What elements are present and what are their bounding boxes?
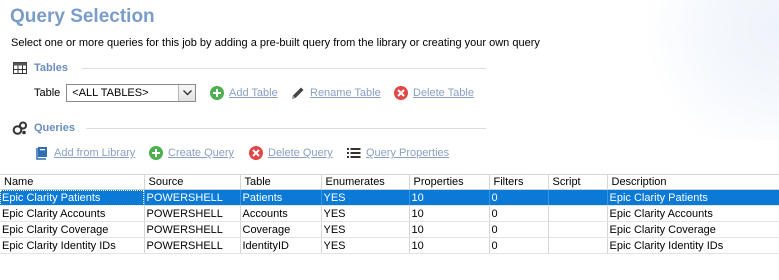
add-table-label: Add Table: [229, 87, 278, 99]
cell-table: Patients: [240, 189, 322, 206]
table-row[interactable]: Epic Clarity Patients POWERSHELL Patient…: [0, 189, 779, 206]
table-selector-row: Table <ALL TABLES>: [34, 83, 197, 103]
add-table-button[interactable]: Add Table: [209, 84, 278, 102]
column-header-name[interactable]: Name: [0, 174, 145, 190]
column-header-properties[interactable]: Properties: [409, 174, 490, 190]
delete-table-label: Delete Table: [413, 87, 474, 99]
cell-properties: 10: [409, 205, 490, 222]
query-properties-button[interactable]: Query Properties: [346, 144, 449, 162]
cell-properties: 10: [409, 189, 490, 206]
column-header-source[interactable]: Source: [144, 174, 241, 190]
cell-description: Epic Clarity Patients: [607, 189, 779, 206]
tables-section-header: Tables: [12, 60, 68, 76]
page-subtitle: Select one or more queries for this job …: [11, 37, 540, 49]
cell-name: Epic Clarity Identity IDs: [0, 237, 145, 254]
rename-table-button[interactable]: Rename Table: [290, 84, 381, 102]
cell-description: Epic Clarity Accounts: [607, 205, 779, 222]
cell-filters: 0: [489, 221, 549, 238]
delete-table-button[interactable]: Delete Table: [393, 84, 474, 102]
add-from-library-label: Add from Library: [54, 147, 136, 159]
column-header-table[interactable]: Table: [240, 174, 322, 190]
queries-heading: Queries: [34, 122, 75, 134]
cell-source: POWERSHELL: [144, 237, 241, 254]
queries-section-header: Queries: [12, 120, 75, 136]
tables-divider: [82, 68, 486, 69]
cell-script: [548, 221, 608, 238]
cell-table: IdentityID: [240, 237, 322, 254]
cell-description: Epic Clarity Identity IDs: [607, 237, 779, 254]
cell-properties: 10: [409, 237, 490, 254]
table-row[interactable]: Epic Clarity Identity IDs POWERSHELL Ide…: [0, 237, 779, 254]
cell-enumerates: YES: [321, 237, 410, 254]
cell-name: Epic Clarity Accounts: [0, 205, 145, 222]
table-row[interactable]: Epic Clarity Coverage POWERSHELL Coverag…: [0, 221, 779, 238]
column-header-description[interactable]: Description: [607, 174, 779, 190]
cell-filters: 0: [489, 237, 549, 254]
pencil-icon: [290, 85, 306, 101]
cell-filters: 0: [489, 189, 549, 206]
delete-icon: [393, 85, 409, 101]
list-icon: [346, 145, 362, 161]
chevron-down-icon[interactable]: [178, 85, 196, 101]
book-icon: [34, 145, 50, 161]
page-title: Query Selection: [10, 6, 155, 27]
add-icon: [209, 85, 225, 101]
cell-table: Accounts: [240, 205, 322, 222]
column-header-filters[interactable]: Filters: [489, 174, 549, 190]
cell-script: [548, 237, 608, 254]
table-select-value: <ALL TABLES>: [72, 87, 149, 99]
query-properties-label: Query Properties: [366, 147, 450, 159]
column-header-script[interactable]: Script: [548, 174, 608, 190]
cell-description: Epic Clarity Coverage: [607, 221, 779, 238]
tables-heading: Tables: [34, 62, 69, 74]
rename-table-label: Rename Table: [310, 87, 381, 99]
delete-query-button[interactable]: Delete Query: [248, 144, 333, 162]
cell-name: Epic Clarity Patients: [0, 189, 145, 206]
table-row[interactable]: Epic Clarity Accounts POWERSHELL Account…: [0, 205, 779, 222]
cell-source: POWERSHELL: [144, 221, 241, 238]
background-decoration: [639, 0, 779, 140]
queries-divider: [86, 128, 486, 129]
create-query-label: Create Query: [168, 147, 235, 159]
cell-source: POWERSHELL: [144, 189, 241, 206]
delete-query-label: Delete Query: [268, 147, 333, 159]
cell-script: [548, 205, 608, 222]
add-from-library-button[interactable]: Add from Library: [34, 144, 135, 162]
cell-enumerates: YES: [321, 205, 410, 222]
cell-properties: 10: [409, 221, 490, 238]
cell-enumerates: YES: [321, 189, 410, 206]
queries-table: Name Source Table Enumerates Properties …: [0, 174, 779, 254]
cell-table: Coverage: [240, 221, 322, 238]
add-icon: [148, 145, 164, 161]
cell-enumerates: YES: [321, 221, 410, 238]
cell-source: POWERSHELL: [144, 205, 241, 222]
table-select[interactable]: <ALL TABLES>: [66, 84, 197, 102]
create-query-button[interactable]: Create Query: [148, 144, 234, 162]
delete-icon: [248, 145, 264, 161]
table-label: Table: [34, 87, 61, 99]
cell-name: Epic Clarity Coverage: [0, 221, 145, 238]
column-header-enumerates[interactable]: Enumerates: [321, 174, 410, 190]
cell-script: [548, 189, 608, 206]
table-header-row: Name Source Table Enumerates Properties …: [0, 174, 779, 190]
table-grid-icon: [12, 60, 28, 76]
cell-filters: 0: [489, 205, 549, 222]
queries-gears-icon: [12, 120, 28, 136]
